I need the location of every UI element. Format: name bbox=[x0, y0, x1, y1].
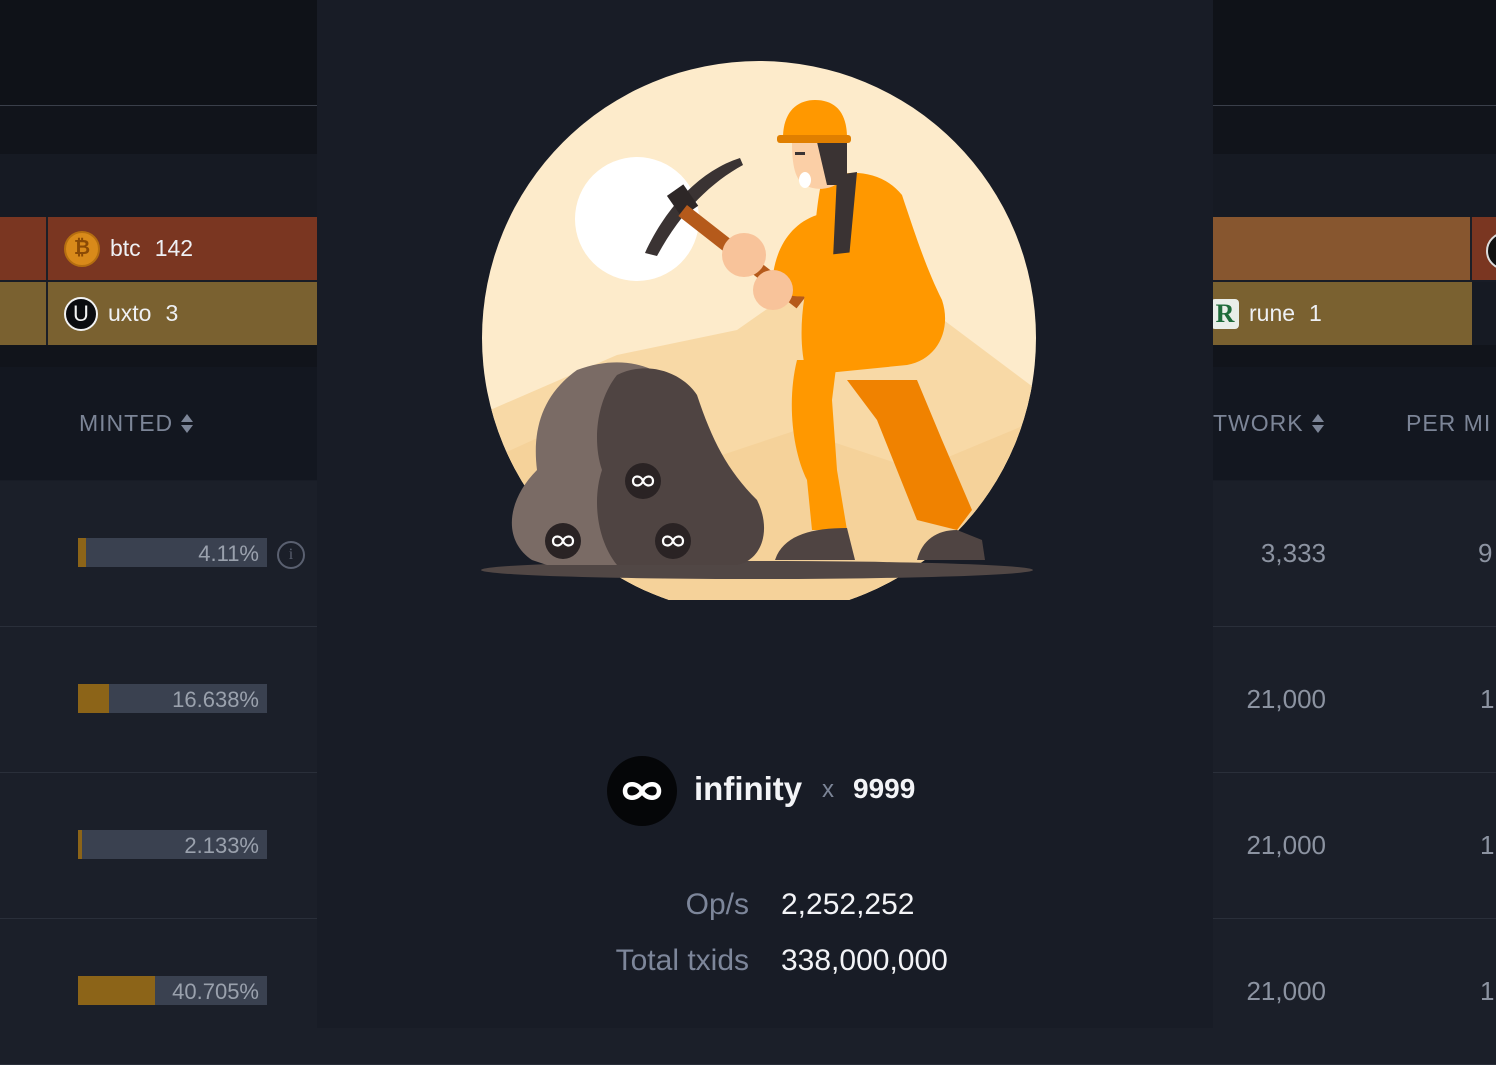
total-txids-label: Total txids bbox=[615, 944, 749, 977]
bitcoin-icon: ₿ bbox=[64, 230, 100, 267]
sort-icon[interactable] bbox=[181, 414, 194, 433]
mining-modal: infinity x 9999 Op/s 2,252,252 Total txi… bbox=[317, 0, 1213, 1028]
column-header-network[interactable]: TWORK bbox=[1213, 410, 1324, 437]
miner-illustration bbox=[481, 61, 1036, 600]
column-header-minted[interactable]: MINTED bbox=[79, 410, 194, 437]
sort-icon[interactable] bbox=[1311, 414, 1324, 433]
token-count: 9999 bbox=[853, 773, 916, 804]
per-mint-value: 1, bbox=[1480, 830, 1496, 860]
ops-label: Op/s bbox=[685, 888, 749, 921]
network-value: 21,000 bbox=[1246, 830, 1326, 860]
infinity-token-icon bbox=[625, 463, 661, 499]
network-value: 21,000 bbox=[1246, 976, 1326, 1006]
multiplier-sign: x bbox=[822, 776, 834, 803]
column-header-label: PER MI bbox=[1406, 410, 1492, 436]
minted-percent: 40.705% bbox=[172, 979, 259, 1004]
minted-percent: 16.638% bbox=[172, 687, 259, 712]
u-icon: U bbox=[64, 296, 98, 331]
network-value: 3,333 bbox=[1260, 538, 1326, 568]
column-header-label: MINTED bbox=[79, 410, 174, 436]
progress-fill bbox=[78, 684, 110, 713]
token-chip-uxto[interactable]: U uxto 3 bbox=[64, 282, 178, 345]
cell-divider bbox=[46, 282, 48, 345]
token-count: 1 bbox=[1309, 300, 1322, 326]
token-name: rune bbox=[1249, 300, 1296, 326]
token-name: uxto bbox=[108, 300, 152, 326]
token-row-btc-right[interactable] bbox=[1213, 217, 1470, 280]
minted-percent: 2.133% bbox=[184, 833, 259, 858]
hand bbox=[753, 270, 793, 310]
column-header-label: TWORK bbox=[1213, 410, 1304, 436]
token-chip-rune[interactable]: R rune 1 bbox=[1211, 282, 1470, 345]
rune-chip-content: R rune 1 bbox=[1211, 282, 1322, 345]
minted-progress-bar: 2.133% bbox=[78, 830, 267, 859]
progress-fill bbox=[78, 976, 155, 1005]
minted-percent: 4.11% bbox=[198, 541, 259, 566]
token-count: 142 bbox=[154, 235, 194, 261]
token-chip-btc[interactable]: ₿ btc 142 bbox=[64, 217, 193, 280]
infinity-token-icon bbox=[655, 523, 691, 559]
network-value: 21,000 bbox=[1246, 684, 1326, 714]
infinity-token-icon bbox=[545, 523, 581, 559]
cell-divider bbox=[1470, 217, 1472, 280]
token-summary: infinity x 9999 bbox=[317, 756, 1213, 826]
rune-icon: R bbox=[1211, 298, 1239, 329]
token-name: infinity bbox=[694, 770, 803, 807]
per-mint-value: 1, bbox=[1480, 976, 1496, 1006]
minted-progress-bar: 16.638% bbox=[78, 684, 267, 713]
minted-progress-bar: 40.705% bbox=[78, 976, 267, 1005]
infinity-icon bbox=[607, 756, 677, 826]
token-count: 3 bbox=[165, 300, 179, 326]
token-name: btc bbox=[110, 235, 141, 261]
per-mint-value: 9 bbox=[1478, 538, 1493, 568]
column-header-per-mint[interactable]: PER MI bbox=[1406, 410, 1491, 437]
per-mint-value: 1, bbox=[1480, 684, 1496, 714]
progress-fill bbox=[78, 538, 86, 567]
info-icon[interactable]: i bbox=[277, 541, 305, 569]
cell-divider bbox=[46, 217, 48, 280]
total-txids-value: 338,000,000 bbox=[781, 944, 948, 977]
hand bbox=[722, 233, 766, 277]
ops-value: 2,252,252 bbox=[781, 888, 915, 921]
token-row-edge bbox=[1472, 282, 1496, 345]
minted-progress-bar: 4.11% bbox=[78, 538, 267, 567]
progress-fill bbox=[78, 830, 83, 859]
